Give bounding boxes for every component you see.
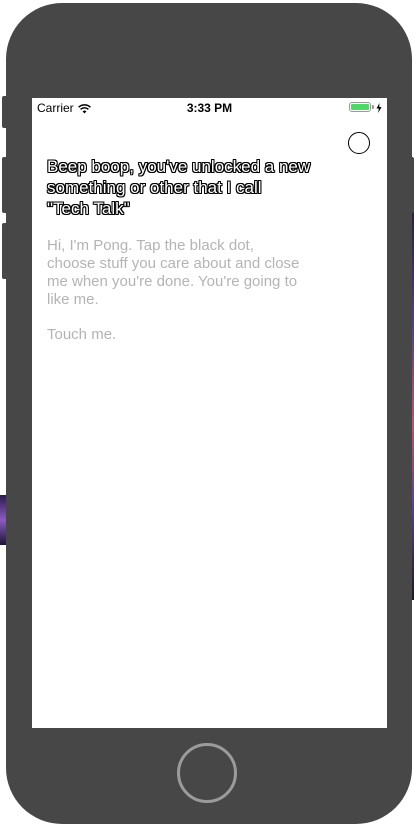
headline-text: Beep boop, you've unlocked a new somethi… [47, 157, 311, 218]
status-bar: Carrier 3:33 PM [32, 98, 387, 118]
charging-bolt-icon [376, 102, 382, 113]
volume-up-button [2, 157, 8, 213]
battery-full-icon [349, 102, 371, 112]
status-time: 3:33 PM [186, 101, 233, 115]
phone-screen: Carrier 3:33 PM Beep boop, you've unlock… [32, 98, 387, 728]
battery-group [349, 102, 382, 113]
volume-down-button [2, 223, 8, 279]
touch-me-link[interactable]: Touch me. [47, 326, 116, 344]
battery-level-fill [351, 104, 369, 110]
intro-text: Hi, I'm Pong. Tap the black dot, choose … [47, 237, 300, 308]
mute-switch [2, 96, 8, 128]
home-button[interactable] [177, 743, 237, 803]
black-dot-button[interactable] [348, 132, 370, 154]
power-button [408, 157, 414, 213]
battery-tip [372, 105, 374, 109]
